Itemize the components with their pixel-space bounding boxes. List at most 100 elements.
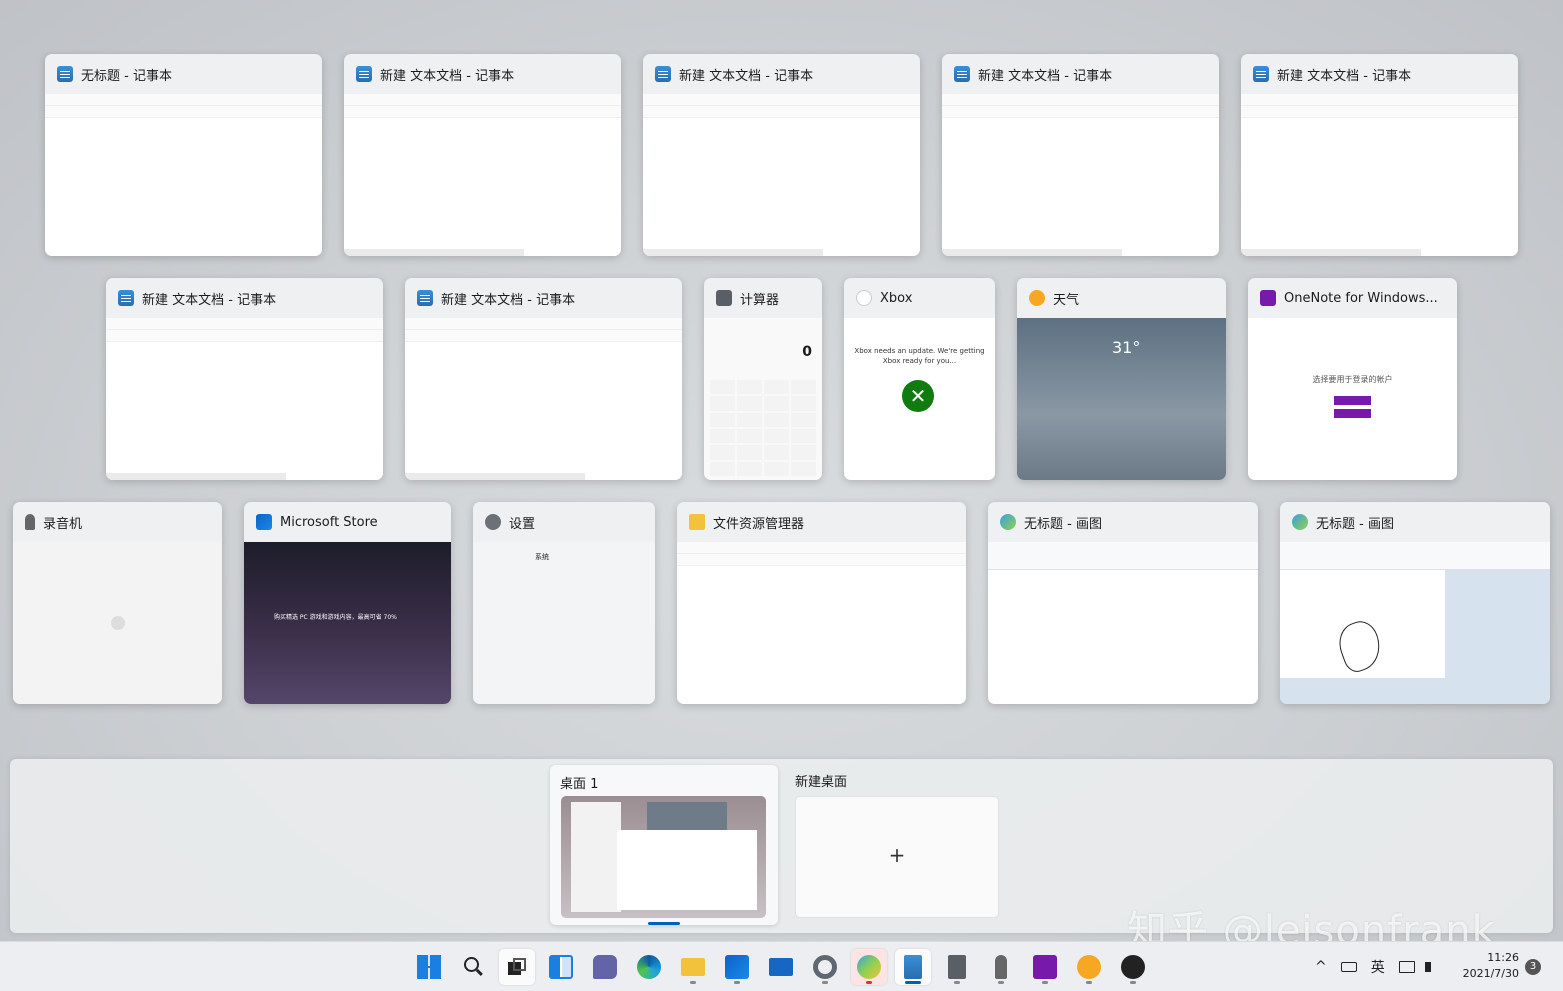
new-desktop-label: 新建桌面 bbox=[795, 775, 848, 790]
notepad-button[interactable] bbox=[895, 949, 931, 985]
window-card-notepad-new-6[interactable]: 新建 文本文档 - 记事本 bbox=[405, 278, 682, 480]
settings-icon bbox=[813, 955, 837, 979]
ime-indicator[interactable]: 英 bbox=[1371, 957, 1385, 977]
taskbar: ^ 英 11:26 2021/7/30 3 bbox=[0, 941, 1563, 991]
window-card-xbox[interactable]: Xbox Xbox needs an update. We're getting… bbox=[844, 278, 995, 480]
window-thumbnail bbox=[1241, 94, 1518, 256]
new-desktop-card[interactable]: 新建桌面 + bbox=[795, 765, 1023, 925]
settings-button[interactable] bbox=[807, 949, 843, 985]
window-title: 新建 文本文档 - 记事本 bbox=[142, 292, 277, 308]
edge-icon bbox=[637, 955, 661, 979]
widgets-button[interactable] bbox=[543, 949, 579, 985]
store-icon bbox=[256, 514, 272, 530]
paint-icon bbox=[1000, 514, 1016, 530]
window-thumbnail bbox=[45, 94, 322, 256]
notification-badge[interactable]: 3 bbox=[1525, 959, 1541, 975]
window-title: 无标题 - 画图 bbox=[1316, 516, 1394, 532]
window-row-2: 新建 文本文档 - 记事本 新建 文本文档 - 记事本 计算器 0 Xbox X… bbox=[0, 278, 1563, 480]
clock[interactable]: 11:26 2021/7/30 bbox=[1463, 950, 1519, 982]
window-card-notepad-new-5[interactable]: 新建 文本文档 - 记事本 bbox=[106, 278, 383, 480]
record-icon bbox=[111, 616, 125, 630]
new-desktop-button[interactable]: + bbox=[795, 796, 999, 918]
window-thumbnail bbox=[344, 94, 621, 256]
onenote-icon bbox=[1260, 290, 1276, 306]
window-card-calculator[interactable]: 计算器 0 bbox=[704, 278, 822, 480]
window-thumbnail: 选择要用于登录的帐户 bbox=[1248, 318, 1457, 480]
notepad-icon bbox=[1253, 66, 1269, 82]
settings-section-label: 系统 bbox=[535, 553, 549, 561]
window-card-onenote[interactable]: OneNote for Windows... 选择要用于登录的帐户 bbox=[1248, 278, 1457, 480]
window-row-3: 录音机 Microsoft Store 购买精选 PC 游戏和游戏内容，最高可省… bbox=[0, 502, 1563, 704]
window-thumbnail bbox=[988, 542, 1258, 704]
task-view-button[interactable] bbox=[499, 949, 535, 985]
network-icon[interactable] bbox=[1398, 961, 1415, 973]
plus-icon: + bbox=[888, 843, 906, 867]
paint-icon bbox=[857, 955, 881, 979]
voice-recorder-button[interactable] bbox=[983, 949, 1019, 985]
window-card-settings[interactable]: 设置 系统 bbox=[473, 502, 655, 704]
start-button[interactable] bbox=[411, 949, 447, 985]
edge-button[interactable] bbox=[631, 949, 667, 985]
window-card-microsoft-store[interactable]: Microsoft Store 购买精选 PC 游戏和游戏内容，最高可省 70% bbox=[244, 502, 451, 704]
file-explorer-icon bbox=[681, 958, 705, 976]
window-card-notepad-untitled[interactable]: 无标题 - 记事本 bbox=[45, 54, 322, 256]
window-card-file-explorer[interactable]: 文件资源管理器 bbox=[677, 502, 966, 704]
onenote-account-button bbox=[1334, 409, 1371, 418]
weather-icon bbox=[1077, 955, 1101, 979]
widgets-icon bbox=[549, 955, 573, 979]
window-card-notepad-new-1[interactable]: 新建 文本文档 - 记事本 bbox=[344, 54, 621, 256]
store-banner-text: 购买精选 PC 游戏和游戏内容，最高可省 70% bbox=[274, 614, 397, 621]
store-button[interactable] bbox=[719, 949, 755, 985]
window-row-1: 无标题 - 记事本 新建 文本文档 - 记事本 新建 文本文档 - 记事本 新建… bbox=[0, 54, 1563, 256]
desktop-1-label: 桌面 1 bbox=[560, 777, 599, 792]
window-title: 天气 bbox=[1053, 292, 1080, 308]
search-button[interactable] bbox=[455, 949, 491, 985]
paint-button[interactable] bbox=[851, 949, 887, 985]
xbox-icon bbox=[856, 290, 872, 306]
window-title: 无标题 - 记事本 bbox=[81, 68, 172, 84]
window-thumbnail bbox=[106, 318, 383, 480]
xbox-logo-icon bbox=[902, 380, 934, 412]
windows-logo-icon bbox=[417, 955, 441, 979]
paint-icon bbox=[1292, 514, 1308, 530]
store-icon bbox=[725, 955, 749, 979]
desktop-1-preview bbox=[561, 796, 766, 918]
window-card-weather[interactable]: 天气 31° bbox=[1017, 278, 1226, 480]
window-card-paint-2[interactable]: 无标题 - 画图 bbox=[1280, 502, 1550, 704]
notepad-icon bbox=[904, 955, 922, 979]
chat-button[interactable] bbox=[587, 949, 623, 985]
tray-overflow-chevron-icon[interactable]: ^ bbox=[1315, 959, 1327, 975]
window-title: 新建 文本文档 - 记事本 bbox=[1277, 68, 1412, 84]
window-card-notepad-new-4[interactable]: 新建 文本文档 - 记事本 bbox=[1241, 54, 1518, 256]
window-thumbnail: Xbox needs an update. We're getting Xbox… bbox=[844, 318, 995, 480]
onenote-account-prompt: 选择要用于登录的帐户 bbox=[1312, 375, 1393, 384]
window-title: 新建 文本文档 - 记事本 bbox=[380, 68, 515, 84]
calculator-icon bbox=[948, 955, 966, 979]
window-thumbnail: 购买精选 PC 游戏和游戏内容，最高可省 70% bbox=[244, 542, 451, 704]
calculator-button[interactable] bbox=[939, 949, 975, 985]
keyboard-icon[interactable] bbox=[1340, 962, 1357, 972]
window-thumbnail bbox=[677, 542, 966, 704]
microphone-icon bbox=[25, 514, 35, 530]
window-thumbnail: 系统 bbox=[473, 542, 655, 704]
window-title: 设置 bbox=[509, 516, 536, 532]
window-title: 文件资源管理器 bbox=[713, 516, 805, 532]
xbox-button[interactable] bbox=[1115, 949, 1151, 985]
mail-button[interactable] bbox=[763, 949, 799, 985]
window-card-notepad-new-2[interactable]: 新建 文本文档 - 记事本 bbox=[643, 54, 920, 256]
window-card-paint-1[interactable]: 无标题 - 画图 bbox=[988, 502, 1258, 704]
window-card-voice-recorder[interactable]: 录音机 bbox=[13, 502, 222, 704]
onenote-account-button bbox=[1334, 396, 1371, 405]
file-explorer-button[interactable] bbox=[675, 949, 711, 985]
notepad-icon bbox=[118, 290, 134, 306]
window-title: 无标题 - 画图 bbox=[1024, 516, 1102, 532]
onenote-button[interactable] bbox=[1027, 949, 1063, 985]
window-title: 计算器 bbox=[740, 292, 780, 308]
gear-icon bbox=[485, 514, 501, 530]
onenote-icon bbox=[1033, 955, 1057, 979]
desktop-1-card[interactable]: 桌面 1 bbox=[550, 765, 778, 925]
weather-button[interactable] bbox=[1071, 949, 1107, 985]
window-card-notepad-new-3[interactable]: 新建 文本文档 - 记事本 bbox=[942, 54, 1219, 256]
volume-muted-icon[interactable] bbox=[1424, 962, 1437, 972]
notepad-icon bbox=[356, 66, 372, 82]
